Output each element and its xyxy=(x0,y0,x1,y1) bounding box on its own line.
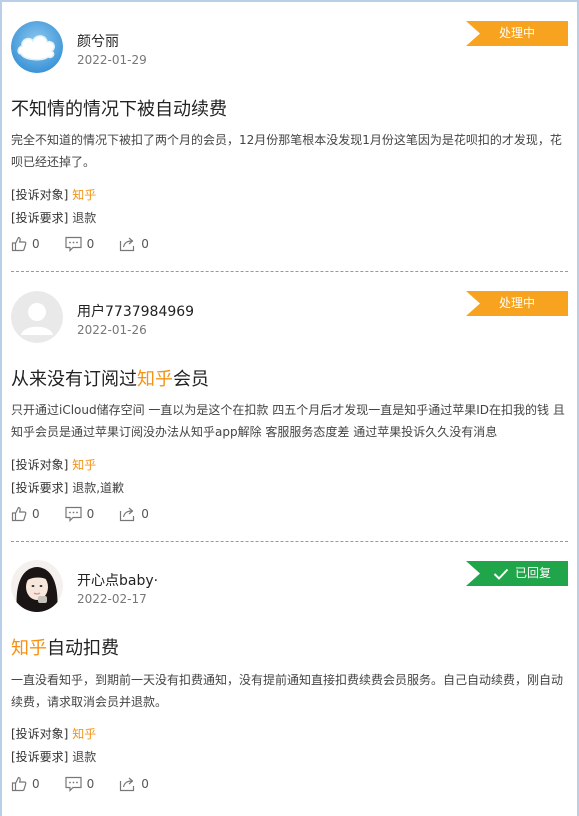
thumbs-up-icon xyxy=(11,236,27,252)
post-title[interactable]: 从来没有订阅过知乎会员 xyxy=(11,365,209,391)
comment-icon xyxy=(65,506,82,522)
request-value: 退款 xyxy=(72,211,97,225)
avatar[interactable] xyxy=(11,560,63,612)
complaint-card[interactable]: 颜兮丽 2022-01-29 处理中 不知情的情况下被自动续费 完全不知道的情况… xyxy=(11,0,568,272)
like-count: 0 xyxy=(32,507,40,521)
checkmark-icon xyxy=(493,568,509,580)
title-text: 不知情的情况下被自动续费 xyxy=(11,99,227,120)
share-button[interactable]: 0 xyxy=(119,236,149,252)
request-label: [投诉要求] xyxy=(11,211,69,225)
share-icon xyxy=(120,507,135,522)
action-bar: 0 0 0 xyxy=(11,236,174,252)
comment-count: 0 xyxy=(86,507,95,521)
share-count: 0 xyxy=(141,507,149,521)
target-link[interactable]: 知乎 xyxy=(72,458,96,472)
share-icon xyxy=(120,237,135,252)
comment-count: 0 xyxy=(86,777,95,791)
post-date: 2022-01-29 xyxy=(77,53,147,67)
like-button[interactable]: 0 xyxy=(11,236,40,252)
comment-icon xyxy=(65,776,82,792)
comment-button[interactable]: 0 xyxy=(65,236,95,252)
complaint-request: [投诉要求] 退款 xyxy=(11,209,96,226)
complaint-target: [投诉对象] 知乎 xyxy=(11,456,96,473)
action-bar: 0 0 0 xyxy=(11,506,174,522)
title-text-after: 会员 xyxy=(173,369,209,390)
post-title[interactable]: 不知情的情况下被自动续费 xyxy=(11,95,227,121)
action-bar: 0 0 0 xyxy=(11,776,174,792)
status-label: 处理中 xyxy=(498,26,535,40)
share-count: 0 xyxy=(141,777,149,791)
target-link[interactable]: 知乎 xyxy=(72,727,96,741)
complaint-request: [投诉要求] 退款 xyxy=(11,748,96,765)
post-description: 一直没看知乎，到期前一天没有扣费通知，没有提前通知直接扣费续费会员服务。自己自动… xyxy=(11,673,564,709)
title-text: 从来没有订阅过 xyxy=(11,369,137,390)
like-count: 0 xyxy=(32,777,40,791)
target-label: [投诉对象] xyxy=(11,188,69,202)
complaint-target: [投诉对象] 知乎 xyxy=(11,186,96,203)
share-button[interactable]: 0 xyxy=(119,776,149,792)
like-count: 0 xyxy=(32,237,40,251)
like-button[interactable]: 0 xyxy=(11,776,40,792)
complaint-card[interactable]: 开心点baby· 2022-02-17 已回复 知乎自动扣费 一直没看知乎，到期… xyxy=(11,540,568,810)
target-link[interactable]: 知乎 xyxy=(72,188,96,202)
comment-button[interactable]: 0 xyxy=(65,506,95,522)
post-date: 2022-01-26 xyxy=(77,323,147,337)
post-description: 完全不知道的情况下被扣了两个月的会员，12月份那笔根本没发现1月份这笔因为是花呗… xyxy=(11,133,562,169)
comment-button[interactable]: 0 xyxy=(65,776,95,792)
avatar[interactable] xyxy=(11,291,63,343)
comment-icon xyxy=(65,236,82,252)
username[interactable]: 开心点baby· xyxy=(77,570,158,590)
avatar[interactable] xyxy=(11,21,63,73)
thumbs-up-icon xyxy=(11,776,27,792)
username[interactable]: 用户7737984969 xyxy=(77,301,194,321)
status-badge: 处理中 xyxy=(466,21,568,46)
thumbs-up-icon xyxy=(11,506,27,522)
post-description: 只开通过iCloud储存空间 一直以为是这个在扣款 四五个月后才发现一直是知乎通… xyxy=(11,403,565,439)
request-label: [投诉要求] xyxy=(11,481,69,495)
share-count: 0 xyxy=(141,237,149,251)
complaint-card[interactable]: 用户7737984969 2022-01-26 处理中 从来没有订阅过知乎会员 … xyxy=(11,270,568,542)
request-value: 退款 xyxy=(72,750,97,764)
post-title[interactable]: 知乎自动扣费 xyxy=(11,634,119,660)
share-icon xyxy=(120,777,135,792)
title-highlight: 知乎 xyxy=(137,369,173,390)
status-badge: 已回复 xyxy=(466,561,568,586)
title-highlight: 知乎 xyxy=(11,638,47,659)
like-button[interactable]: 0 xyxy=(11,506,40,522)
title-text-after: 自动扣费 xyxy=(47,638,119,659)
request-value: 退款,道歉 xyxy=(72,481,125,495)
status-label: 已回复 xyxy=(514,566,551,580)
request-label: [投诉要求] xyxy=(11,750,69,764)
status-badge: 处理中 xyxy=(466,291,568,316)
status-label: 处理中 xyxy=(498,296,535,310)
complaint-request: [投诉要求] 退款,道歉 xyxy=(11,479,124,496)
comment-count: 0 xyxy=(86,237,95,251)
username[interactable]: 颜兮丽 xyxy=(77,31,119,51)
complaint-target: [投诉对象] 知乎 xyxy=(11,725,96,742)
post-date: 2022-02-17 xyxy=(77,592,147,606)
target-label: [投诉对象] xyxy=(11,727,69,741)
share-button[interactable]: 0 xyxy=(119,506,149,522)
target-label: [投诉对象] xyxy=(11,458,69,472)
